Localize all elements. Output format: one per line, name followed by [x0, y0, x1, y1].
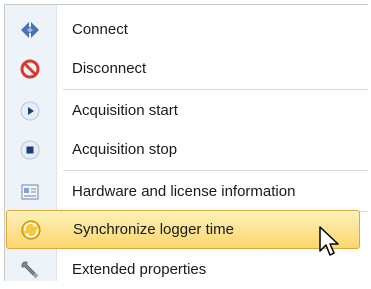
menu-item-hardware-license-info[interactable]: Hardware and license information	[5, 172, 366, 211]
menu-item-extended-properties[interactable]: Extended properties	[5, 250, 366, 289]
stop-icon	[19, 139, 41, 161]
play-icon	[19, 100, 41, 122]
mouse-cursor-icon	[319, 226, 339, 256]
menu-item-label: Disconnect	[72, 60, 147, 77]
menu-item-acquisition-stop[interactable]: Acquisition stop	[5, 130, 366, 169]
menu-item-label: Synchronize logger time	[73, 221, 234, 238]
menu-item-disconnect[interactable]: Disconnect	[5, 49, 366, 88]
menu-item-connect[interactable]: Connect	[5, 10, 366, 49]
menu-item-label: Acquisition stop	[72, 141, 178, 158]
context-menu: Connect Disconnect Acquisition start Acq…	[4, 4, 368, 281]
menu-separator	[63, 89, 368, 90]
disconnect-icon	[19, 58, 41, 80]
wrench-icon	[19, 259, 41, 281]
clock-sync-icon	[20, 219, 42, 241]
menu-item-synchronize-logger-time[interactable]: Synchronize logger time	[6, 210, 360, 249]
menu-item-label: Acquisition start	[72, 102, 178, 119]
menu-item-label: Extended properties	[72, 261, 207, 278]
menu-item-acquisition-start[interactable]: Acquisition start	[5, 91, 366, 130]
info-card-icon	[19, 181, 41, 203]
menu-separator	[63, 170, 368, 171]
connect-icon	[19, 19, 41, 41]
menu-item-label: Connect	[72, 21, 128, 38]
menu-item-label: Hardware and license information	[72, 183, 296, 200]
